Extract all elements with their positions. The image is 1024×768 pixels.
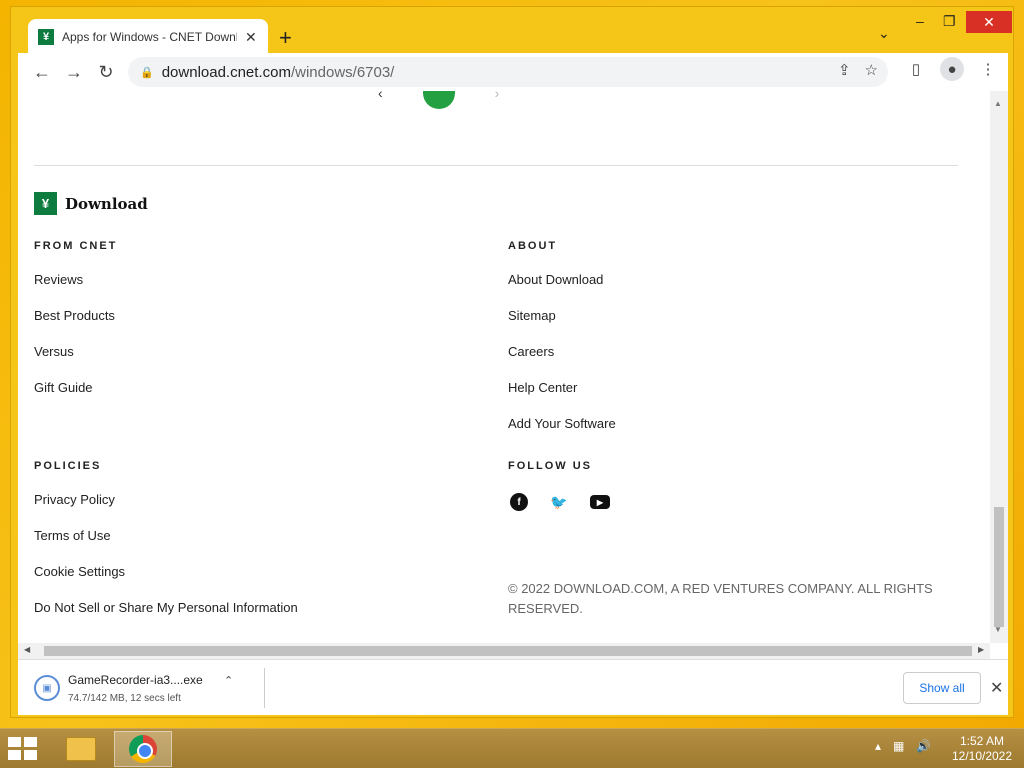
horizontal-scrollbar[interactable]: ◀ ▶	[18, 643, 990, 659]
download-mark-icon: ¥	[34, 192, 57, 215]
facebook-icon[interactable]: f	[510, 493, 528, 511]
file-explorer-taskbar-icon[interactable]	[52, 731, 110, 767]
download-shelf: ▣ GameRecorder-ia3....exe 74.7/142 MB, 1…	[18, 659, 1008, 715]
scroll-right-icon[interactable]: ▶	[978, 645, 984, 654]
chrome-taskbar-icon[interactable]	[114, 731, 172, 767]
minimize-button[interactable]: –	[916, 13, 924, 29]
volume-icon[interactable]: 🔊	[916, 739, 931, 753]
menu-kebab-icon[interactable]: ⋮	[976, 57, 1000, 81]
pager-prev-icon[interactable]: ‹	[378, 91, 383, 101]
new-tab-button[interactable]: +	[279, 25, 292, 51]
link-help-center[interactable]: Help Center	[508, 380, 577, 395]
about-heading: ABOUT	[508, 240, 558, 252]
link-about-download[interactable]: About Download	[508, 272, 603, 287]
download-progress-icon: ▣	[34, 675, 60, 701]
tab-search-icon[interactable]: ⌄	[878, 25, 890, 42]
pager-current-page[interactable]	[422, 91, 455, 109]
system-tray: ▴ ▦ 🔊	[875, 739, 931, 753]
pagination-remnant: ‹ ›	[378, 91, 499, 109]
footer-divider	[34, 165, 958, 166]
download-separator	[264, 668, 265, 708]
from-cnet-heading: FROM CNET	[34, 240, 118, 252]
download-filename: GameRecorder-ia3....exe	[68, 672, 203, 687]
youtube-icon[interactable]: ▶	[590, 495, 610, 509]
link-terms-of-use[interactable]: Terms of Use	[34, 528, 111, 543]
show-hidden-icons-icon[interactable]: ▴	[875, 739, 881, 753]
page-content: ‹ › ¥ Download FROM CNET Reviews Best Pr…	[18, 91, 990, 643]
pager-next-icon[interactable]: ›	[495, 91, 500, 101]
browser-window: ¥ Apps for Windows - CNET Download ✕ + ⌄…	[10, 6, 1014, 718]
bookmark-star-icon[interactable]: ☆	[865, 61, 878, 79]
profile-avatar-icon[interactable]: ●	[940, 57, 964, 81]
page-viewport: ‹ › ¥ Download FROM CNET Reviews Best Pr…	[18, 91, 1008, 659]
clock-time: 1:52 AM	[959, 734, 1005, 748]
link-privacy-policy[interactable]: Privacy Policy	[34, 492, 115, 507]
chevron-up-icon[interactable]: ⌃	[224, 674, 233, 687]
windows-start-button[interactable]	[8, 737, 38, 761]
reload-button[interactable]: ↻	[90, 56, 122, 88]
scroll-left-icon[interactable]: ◀	[24, 645, 30, 654]
twitter-icon[interactable]: 🐦	[550, 493, 568, 511]
scroll-down-icon[interactable]: ▼	[994, 625, 1002, 634]
link-gift-guide[interactable]: Gift Guide	[34, 380, 93, 395]
side-panel-icon[interactable]: ▯	[904, 57, 928, 81]
tab-cnet-download[interactable]: ¥ Apps for Windows - CNET Download ✕	[28, 19, 268, 55]
lock-icon: 🔒	[140, 66, 154, 79]
download-status: 74.7/142 MB, 12 secs left	[68, 692, 181, 704]
vertical-scrollbar[interactable]: ▲ ▼	[990, 91, 1008, 643]
close-download-shelf-icon[interactable]: ✕	[990, 678, 1003, 698]
link-sitemap[interactable]: Sitemap	[508, 308, 556, 323]
show-all-button[interactable]: Show all	[903, 672, 981, 704]
horizontal-scroll-thumb[interactable]	[44, 646, 972, 656]
link-careers[interactable]: Careers	[508, 344, 554, 359]
link-cookie-settings[interactable]: Cookie Settings	[34, 564, 125, 579]
follow-us-heading: FOLLOW US	[508, 460, 592, 472]
social-links: f 🐦 ▶	[510, 493, 610, 511]
forward-button[interactable]: →	[58, 56, 90, 88]
policies-heading: POLICIES	[34, 460, 102, 472]
back-button[interactable]: ←	[26, 56, 58, 88]
copyright-text: © 2022 DOWNLOAD.COM, A RED VENTURES COMP…	[508, 581, 933, 616]
link-versus[interactable]: Versus	[34, 344, 74, 359]
close-window-button[interactable]: ✕	[966, 11, 1012, 33]
download-item[interactable]: ▣ GameRecorder-ia3....exe 74.7/142 MB, 1…	[34, 670, 254, 706]
link-do-not-sell[interactable]: Do Not Sell or Share My Personal Informa…	[34, 600, 298, 615]
clock-date: 12/10/2022	[951, 749, 1013, 763]
url-text: download.cnet.com/windows/6703/	[161, 63, 395, 81]
download-logo[interactable]: ¥ Download	[34, 192, 148, 215]
browser-toolbar: ← → ↻ 🔒 download.cnet.com/windows/6703/ …	[18, 53, 1008, 91]
link-best-products[interactable]: Best Products	[34, 308, 115, 323]
vertical-scroll-thumb[interactable]	[994, 507, 1004, 627]
link-reviews[interactable]: Reviews	[34, 272, 83, 287]
logo-text: Download	[65, 194, 148, 213]
windows-taskbar: ▴ ▦ 🔊 1:52 AM 12/10/2022	[0, 728, 1024, 768]
share-icon[interactable]: ⇪	[838, 61, 851, 79]
taskbar-clock[interactable]: 1:52 AM 12/10/2022	[950, 734, 1014, 764]
download-logo-icon: ¥	[38, 29, 54, 45]
link-add-your-software[interactable]: Add Your Software	[508, 416, 616, 431]
close-tab-icon[interactable]: ✕	[245, 29, 257, 46]
restore-button[interactable]: ❐	[943, 13, 956, 30]
scroll-up-icon[interactable]: ▲	[994, 99, 1002, 108]
address-bar[interactable]: 🔒 download.cnet.com/windows/6703/ ⇪ ☆	[128, 57, 888, 87]
network-icon[interactable]: ▦	[893, 739, 904, 753]
tab-title: Apps for Windows - CNET Download	[62, 30, 237, 44]
tab-strip: ¥ Apps for Windows - CNET Download ✕ + ⌄…	[11, 7, 1013, 55]
